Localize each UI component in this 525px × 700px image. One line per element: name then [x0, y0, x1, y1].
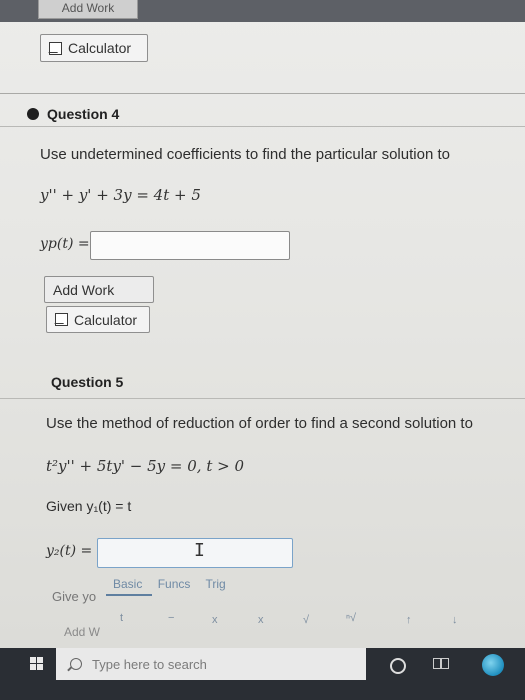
search-placeholder: Type here to search	[92, 656, 207, 672]
tab-trig[interactable]: Trig	[206, 577, 226, 591]
question-5-prompt: Use the method of reduction of order to …	[46, 415, 473, 432]
arrow-down-icon[interactable]: ↓	[452, 614, 458, 626]
calculator-label: Calculator	[68, 40, 132, 56]
question-4-title: Question 4	[47, 106, 120, 122]
question-5-equation: t²y'' + 5ty' − 5y = 0, t > 0	[46, 457, 245, 475]
edge-browser-icon[interactable]	[482, 654, 504, 676]
question-4-equation: y'' + y' + 3y = 4t + 5	[40, 186, 201, 204]
nth-root-icon[interactable]: ⁿ√	[346, 612, 356, 624]
calculator-label: Calculator	[74, 311, 138, 328]
question-bullet-icon	[27, 108, 39, 120]
tab-funcs[interactable]: Funcs	[158, 577, 191, 591]
windows-start-icon[interactable]	[30, 657, 44, 671]
active-tab-indicator	[106, 594, 152, 596]
palette-symbol[interactable]: x	[258, 614, 264, 626]
taskbar-search-input[interactable]: Type here to search	[56, 648, 366, 680]
tab-basic[interactable]: Basic	[113, 577, 142, 591]
yp-label: yp(t) =	[40, 236, 90, 252]
calculator-button[interactable]: Calculator	[46, 306, 150, 333]
search-icon	[70, 658, 82, 670]
give-your-text: Give yo	[52, 589, 97, 604]
math-palette-tabs: Basic Funcs Trig	[113, 577, 238, 591]
question-5-title: Question 5	[51, 374, 124, 390]
calculator-button-top[interactable]: Calculator	[40, 34, 148, 62]
yp-answer-input[interactable]	[90, 231, 290, 260]
browser-viewport: Add Work Calculator Question 4 Use undet…	[0, 0, 525, 648]
add-work-partial[interactable]: Add W	[64, 625, 100, 639]
text-cursor-icon: I	[194, 540, 205, 561]
calculator-icon	[55, 313, 68, 326]
question-divider	[0, 126, 525, 127]
given-solution: Given y₁(t) = t	[46, 498, 132, 514]
windows-taskbar: Type here to search	[0, 648, 525, 700]
y2-label: y₂(t) =	[46, 543, 93, 559]
cut-off-header: Add Work	[0, 0, 525, 22]
add-work-button-top[interactable]: Add Work	[38, 0, 138, 19]
palette-symbol[interactable]: x	[212, 614, 218, 626]
question-divider	[0, 398, 525, 399]
question-4-prompt: Use undetermined coefficients to find th…	[40, 146, 450, 163]
section-divider	[0, 93, 525, 94]
palette-symbol[interactable]: −	[168, 612, 174, 624]
palette-symbol[interactable]: t	[120, 612, 123, 624]
calculator-icon	[49, 41, 62, 55]
sqrt-icon[interactable]: √	[303, 614, 309, 626]
arrow-up-icon[interactable]: ↑	[406, 614, 412, 626]
cortana-icon[interactable]	[390, 658, 406, 674]
task-view-icon[interactable]	[433, 656, 449, 670]
add-work-button[interactable]: Add Work	[44, 276, 154, 303]
